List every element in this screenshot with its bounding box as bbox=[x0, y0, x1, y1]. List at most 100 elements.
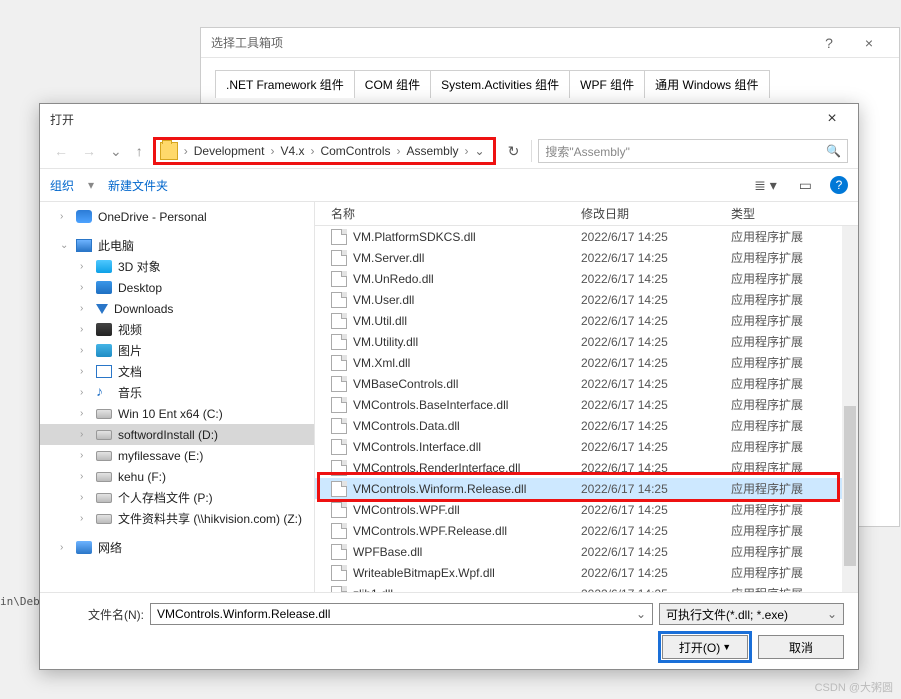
breadcrumb-segment[interactable]: Development bbox=[190, 144, 269, 158]
expand-icon[interactable]: › bbox=[80, 303, 90, 314]
toolbox-tab[interactable]: WPF 组件 bbox=[569, 70, 645, 98]
file-row[interactable]: zlib1.dll2022/6/17 14:25应用程序扩展 bbox=[315, 583, 858, 592]
file-row[interactable]: VM.UnRedo.dll2022/6/17 14:25应用程序扩展 bbox=[315, 268, 858, 289]
file-row[interactable]: VM.Xml.dll2022/6/17 14:25应用程序扩展 bbox=[315, 352, 858, 373]
file-icon bbox=[331, 439, 347, 455]
file-row[interactable]: WPFBase.dll2022/6/17 14:25应用程序扩展 bbox=[315, 541, 858, 562]
new-folder-button[interactable]: 新建文件夹 bbox=[108, 177, 168, 194]
file-row[interactable]: VMBaseControls.dll2022/6/17 14:25应用程序扩展 bbox=[315, 373, 858, 394]
view-mode-button[interactable]: ≣ ▾ bbox=[750, 177, 781, 194]
tree-item[interactable]: ›Desktop bbox=[40, 277, 314, 298]
filter-dropdown[interactable]: ⌄ bbox=[827, 607, 837, 621]
tree-item[interactable]: ›kehu (F:) bbox=[40, 466, 314, 487]
preview-pane-button[interactable]: ▭ bbox=[795, 177, 816, 194]
filename-input[interactable]: VMControls.Winform.Release.dll ⌄ bbox=[150, 603, 653, 625]
pic-icon bbox=[96, 344, 112, 357]
expand-icon[interactable]: › bbox=[80, 450, 90, 461]
open-button[interactable]: 打开(O)▼ bbox=[662, 635, 748, 659]
tree-item[interactable]: ›网络 bbox=[40, 537, 314, 558]
tree-item[interactable]: ›3D 对象 bbox=[40, 256, 314, 277]
expand-icon[interactable]: › bbox=[80, 282, 90, 293]
expand-icon[interactable]: › bbox=[60, 542, 70, 553]
file-row[interactable]: VMControls.BaseInterface.dll2022/6/17 14… bbox=[315, 394, 858, 415]
scrollbar-thumb[interactable] bbox=[844, 406, 856, 566]
music-icon: ♪ bbox=[96, 386, 112, 399]
file-row[interactable]: VMControls.Interface.dll2022/6/17 14:25应… bbox=[315, 436, 858, 457]
expand-icon[interactable]: ⌄ bbox=[60, 240, 70, 251]
filename-dropdown[interactable]: ⌄ bbox=[636, 607, 646, 621]
column-headers[interactable]: 名称 修改日期 类型 bbox=[315, 202, 858, 226]
tree-item[interactable]: ›个人存档文件 (P:) bbox=[40, 487, 314, 508]
tree-item[interactable]: ›视频 bbox=[40, 319, 314, 340]
expand-icon[interactable]: › bbox=[80, 261, 90, 272]
file-row[interactable]: VM.User.dll2022/6/17 14:25应用程序扩展 bbox=[315, 289, 858, 310]
breadcrumb-dropdown[interactable]: ⌄ bbox=[471, 144, 489, 158]
file-row[interactable]: VMControls.Data.dll2022/6/17 14:25应用程序扩展 bbox=[315, 415, 858, 436]
col-name[interactable]: 名称 bbox=[331, 205, 581, 222]
file-row[interactable]: WriteableBitmapEx.Wpf.dll2022/6/17 14:25… bbox=[315, 562, 858, 583]
expand-icon[interactable]: › bbox=[80, 366, 90, 377]
expand-icon[interactable]: › bbox=[80, 387, 90, 398]
file-name: zlib1.dll bbox=[353, 587, 581, 593]
file-row[interactable]: VM.PlatformSDKCS.dll2022/6/17 14:25应用程序扩… bbox=[315, 226, 858, 247]
breadcrumb[interactable]: › Development›V4.x›ComControls›Assembly›… bbox=[153, 137, 496, 165]
chevron-right-icon: › bbox=[395, 144, 403, 158]
scrollbar[interactable] bbox=[842, 226, 858, 592]
organize-menu[interactable]: 组织 bbox=[50, 177, 74, 194]
toolbox-tab[interactable]: System.Activities 组件 bbox=[430, 70, 570, 98]
expand-icon[interactable]: › bbox=[60, 211, 70, 222]
search-input[interactable]: 搜索"Assembly" 🔍 bbox=[538, 139, 848, 163]
file-row[interactable]: VM.Server.dll2022/6/17 14:25应用程序扩展 bbox=[315, 247, 858, 268]
expand-icon[interactable]: › bbox=[80, 492, 90, 503]
toolbox-tab[interactable]: 通用 Windows 组件 bbox=[644, 70, 769, 98]
tree-item[interactable]: ⌄此电脑 bbox=[40, 235, 314, 256]
breadcrumb-segment[interactable]: V4.x bbox=[276, 144, 308, 158]
nav-recent[interactable]: ⌄ bbox=[106, 143, 126, 160]
tree-item[interactable]: ›Downloads bbox=[40, 298, 314, 319]
file-row[interactable]: VMControls.WPF.Release.dll2022/6/17 14:2… bbox=[315, 520, 858, 541]
col-type[interactable]: 类型 bbox=[731, 205, 858, 222]
toolbox-tab[interactable]: COM 组件 bbox=[354, 70, 431, 98]
file-row[interactable]: VM.Util.dll2022/6/17 14:25应用程序扩展 bbox=[315, 310, 858, 331]
file-name: VMControls.WPF.Release.dll bbox=[353, 524, 581, 538]
file-name: VMControls.RenderInterface.dll bbox=[353, 461, 581, 475]
tree-item[interactable]: ›myfilessave (E:) bbox=[40, 445, 314, 466]
file-type-filter[interactable]: 可执行文件(*.dll; *.exe) ⌄ bbox=[659, 603, 844, 625]
close-button[interactable]: × bbox=[812, 110, 852, 128]
nav-up[interactable]: ↑ bbox=[132, 143, 147, 159]
breadcrumb-segment[interactable]: ComControls bbox=[316, 144, 394, 158]
expand-icon[interactable]: › bbox=[80, 471, 90, 482]
open-title: 打开 bbox=[50, 111, 812, 128]
close-button[interactable]: × bbox=[849, 35, 889, 51]
file-row[interactable]: VMControls.Winform.Release.dll2022/6/17 … bbox=[315, 478, 858, 499]
file-row[interactable]: VMControls.WPF.dll2022/6/17 14:25应用程序扩展 bbox=[315, 499, 858, 520]
expand-icon[interactable]: › bbox=[80, 408, 90, 419]
tree-item[interactable]: › softwordInstall (D:) bbox=[40, 424, 314, 445]
expand-icon[interactable]: › bbox=[80, 513, 90, 524]
tree-item[interactable]: ›Win 10 Ent x64 (C:) bbox=[40, 403, 314, 424]
tree-item[interactable]: ›文档 bbox=[40, 361, 314, 382]
help-button[interactable]: ? bbox=[809, 35, 849, 51]
nav-forward[interactable]: → bbox=[78, 143, 100, 159]
col-date[interactable]: 修改日期 bbox=[581, 205, 731, 222]
file-row[interactable]: VMControls.RenderInterface.dll2022/6/17 … bbox=[315, 457, 858, 478]
nav-tree[interactable]: ›OneDrive - Personal ⌄此电脑›3D 对象›Desktop›D… bbox=[40, 202, 315, 592]
help-icon[interactable]: ? bbox=[830, 176, 848, 194]
tree-item-label: softwordInstall (D:) bbox=[118, 428, 218, 442]
refresh-button[interactable]: ↻ bbox=[502, 143, 526, 160]
file-type: 应用程序扩展 bbox=[731, 522, 858, 539]
cancel-button[interactable]: 取消 bbox=[758, 635, 844, 659]
nav-back[interactable]: ← bbox=[50, 143, 72, 159]
tree-item[interactable]: ›♪音乐 bbox=[40, 382, 314, 403]
toolbox-tab[interactable]: .NET Framework 组件 bbox=[215, 70, 355, 98]
file-rows: VM.PlatformSDKCS.dll2022/6/17 14:25应用程序扩… bbox=[315, 226, 858, 592]
file-name: VM.Utility.dll bbox=[353, 335, 581, 349]
expand-icon[interactable]: › bbox=[80, 324, 90, 335]
expand-icon[interactable]: › bbox=[80, 345, 90, 356]
tree-item[interactable]: ›文件资料共享 (\\hikvision.com) (Z:) bbox=[40, 508, 314, 529]
file-row[interactable]: VM.Utility.dll2022/6/17 14:25应用程序扩展 bbox=[315, 331, 858, 352]
tree-item[interactable]: ›OneDrive - Personal bbox=[40, 206, 314, 227]
breadcrumb-segment[interactable]: Assembly bbox=[403, 144, 463, 158]
expand-icon[interactable]: › bbox=[80, 429, 90, 440]
tree-item[interactable]: ›图片 bbox=[40, 340, 314, 361]
